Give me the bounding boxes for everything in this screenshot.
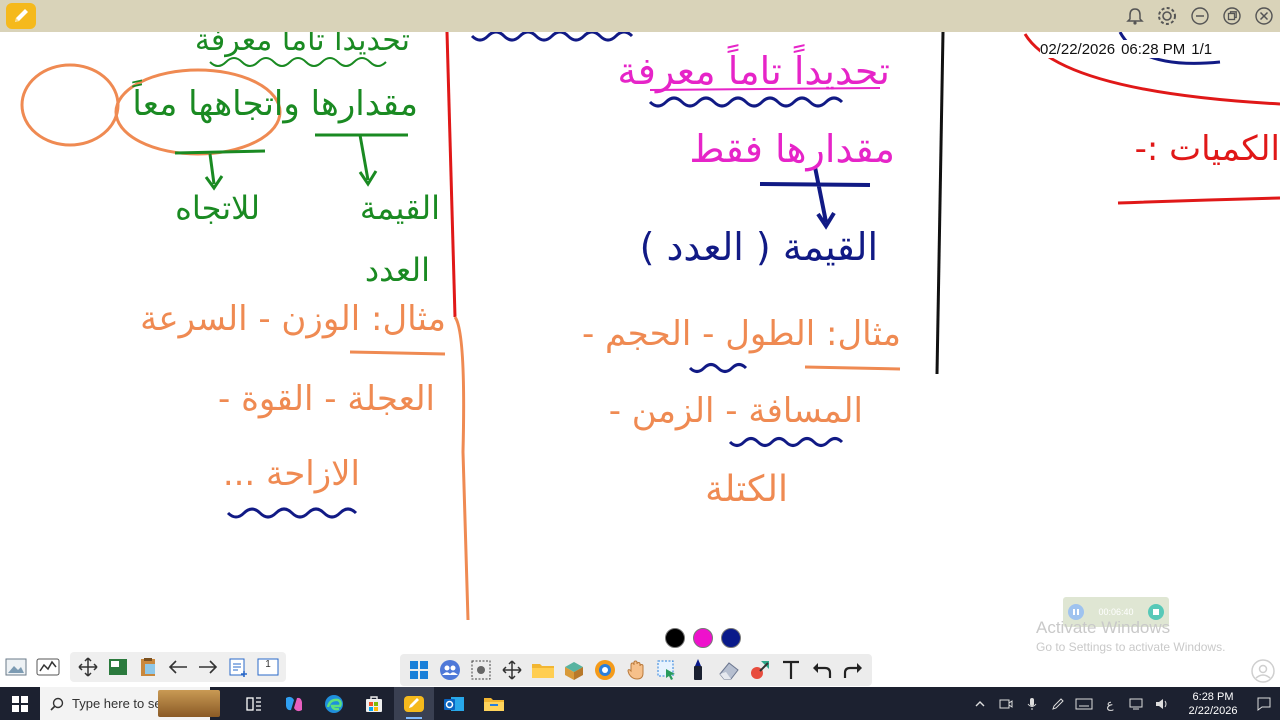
drawing-toolbar [400,654,872,686]
resource-box-icon[interactable] [559,655,589,685]
input-language[interactable]: ع [1100,694,1120,714]
restore-icon[interactable] [1221,5,1243,27]
network-icon[interactable] [1126,694,1146,714]
volume-icon[interactable] [1152,694,1172,714]
stamp-date: 02/22/2026 [1040,40,1116,58]
marker-pen-icon[interactable] [683,655,713,685]
board-timestamp: 02/22/2026 06:28 PM 1/1 [1040,40,1213,58]
arrow-left-icon[interactable] [164,654,192,680]
windows-start-icon[interactable] [0,687,40,720]
magenta-swatch[interactable] [693,628,713,648]
pen-color-swatches [665,628,741,648]
microphone-icon[interactable] [1022,694,1042,714]
ink-green-direction: للاتجاه [175,189,260,227]
select-tool-icon[interactable] [652,655,682,685]
taskbar-search-box[interactable]: Type here to search [40,687,220,720]
copilot-icon[interactable] [274,687,314,720]
text-tool-icon[interactable] [776,655,806,685]
show-hidden-icons-chevron-icon[interactable] [970,694,990,714]
ink-orange-vector-example-1: مثال: الوزن - السرعة [140,299,446,339]
notification-bell-icon[interactable] [1124,5,1146,27]
minimize-icon[interactable] [1189,5,1211,27]
ink-orange-scalar-example-1: مثال: الطول - الحجم - [581,314,901,354]
taskbar-clock[interactable]: 6:28 PM 2/22/2026 [1178,690,1248,718]
shapes-icon[interactable] [745,655,775,685]
pen-input-icon[interactable] [1048,694,1068,714]
move-icon[interactable] [74,654,102,680]
ink-green-line-1: تحديداً تاماً معرفة [194,32,410,58]
activate-windows-title: Activate Windows [1036,618,1171,637]
arrow-right-icon[interactable] [194,654,222,680]
file-explorer-icon[interactable] [474,687,514,720]
screenshot-icon[interactable] [466,655,496,685]
whiteboard-taskbar-icon[interactable] [394,687,434,720]
clock-time: 6:28 PM [1192,690,1234,703]
page-counter-label: 1 [265,659,271,670]
ink-orange-vector-example-2: العجلة - القوة - [218,379,435,419]
ink-pink-line-1: تحديداً تاماً معرفة [617,49,890,93]
whiteboard-app-logo-icon[interactable] [6,3,36,29]
assistant-corner-icon[interactable] [1250,658,1276,684]
ink-green-line-2: مقدارها واتجاهها معاً [132,84,418,124]
navy-swatch[interactable] [721,628,741,648]
activate-windows-subtitle: Go to Settings to activate Windows. [1036,640,1226,654]
outlook-icon[interactable] [434,687,474,720]
pan-icon[interactable] [497,655,527,685]
task-view-icon[interactable] [234,687,274,720]
ink-green-number: العدد [364,251,430,289]
ink-orange-vector-example-3: الازاحة ... [222,454,360,494]
ink-orange-scalar-example-3: الكتلة [705,469,788,510]
hand-tool-icon[interactable] [621,655,651,685]
browser-icon[interactable] [590,655,620,685]
title-bar [0,0,1280,32]
folder-icon[interactable] [528,655,558,685]
ink-orange-scalar-example-2: المسافة - الزمن - [608,391,863,431]
navigation-tools: 1 [70,652,286,682]
notification-center-icon[interactable] [1254,694,1274,714]
settings-gear-icon[interactable] [1156,5,1178,27]
redo-icon[interactable] [838,655,868,685]
add-page-icon[interactable] [224,654,252,680]
navy-arrow [759,166,871,230]
stamp-time: 06:28 PM [1121,40,1186,58]
participants-icon[interactable] [435,655,465,685]
edge-browser-icon[interactable] [314,687,354,720]
left-toolbar: 1 [2,652,286,682]
recorder-elapsed: 00:06:40 [1098,607,1134,617]
red-underline [1117,196,1280,205]
ink-pink-line-2: مقدارها فقط [689,127,895,171]
keyboard-icon[interactable] [1074,694,1094,714]
orange-divider-line [453,316,470,621]
camera-icon[interactable] [996,694,1016,714]
ink-red-quantities: الكميات :- [1134,129,1280,169]
windows-taskbar: Type here to search ع 6:28 PM 2/22/2026 [0,687,1280,720]
ink-navy-value-number: القيمة ( العدد ) [639,225,878,269]
whiteboard-canvas[interactable]: تحديداً تاماً معرفة مقدارها واتجاهها معا… [0,32,1280,687]
black-swatch[interactable] [665,628,685,648]
eraser-icon[interactable] [714,655,744,685]
green-arrow-left [204,153,224,191]
image-icon[interactable] [2,654,30,680]
black-divider-line [935,32,945,375]
search-icon [50,697,64,711]
red-divider-line [445,32,457,318]
windows-menu-icon[interactable] [404,655,434,685]
chart-tool-icon[interactable] [34,654,62,680]
stamp-page: 1/1 [1191,40,1213,58]
board-icon[interactable] [104,654,132,680]
search-highlight-image [158,690,220,717]
system-tray: ع 6:28 PM 2/22/2026 [970,687,1280,720]
app-window: تحديداً تاماً معرفة مقدارها واتجاهها معا… [0,0,1280,720]
undo-icon[interactable] [807,655,837,685]
clock-date: 2/22/2026 [1188,704,1238,717]
green-arrow-right [315,133,408,187]
microsoft-store-icon[interactable] [354,687,394,720]
clipboard-icon[interactable] [134,654,162,680]
page-counter-icon[interactable]: 1 [254,654,282,680]
ink-green-value: القيمة [359,189,440,227]
close-icon[interactable] [1253,5,1275,27]
